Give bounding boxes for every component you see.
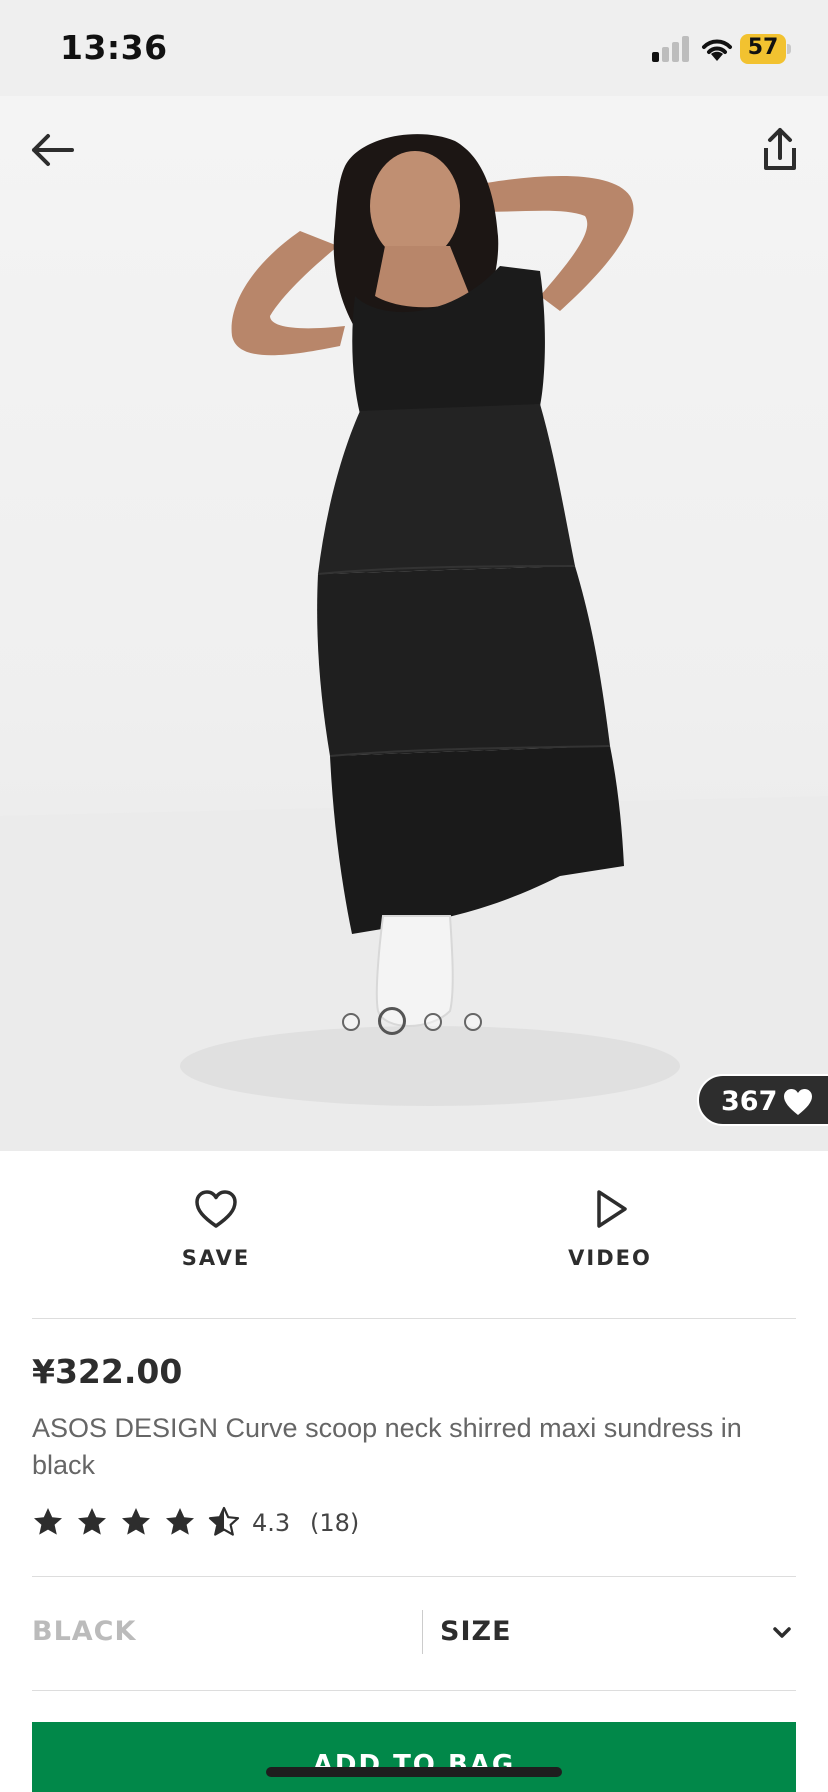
heart-outline-icon — [195, 1190, 237, 1228]
carousel-indicator[interactable] — [342, 1006, 492, 1036]
saves-count-badge: 367 — [697, 1074, 828, 1126]
product-price: ¥322.00 — [32, 1352, 183, 1391]
carousel-dot[interactable] — [342, 1013, 360, 1031]
wifi-icon — [702, 39, 732, 61]
share-icon[interactable] — [752, 122, 808, 178]
battery-level: 57 — [747, 35, 779, 60]
save-button[interactable]: SAVE — [116, 1186, 316, 1286]
size-dropdown[interactable]: SIZE — [440, 1604, 796, 1660]
heart-filled-icon — [784, 1089, 812, 1115]
carousel-dot[interactable] — [464, 1013, 482, 1031]
back-arrow-icon[interactable] — [24, 122, 80, 178]
divider — [32, 1690, 796, 1691]
divider — [32, 1318, 796, 1319]
rating-value: 4.3 — [252, 1509, 291, 1537]
selector-divider — [422, 1610, 423, 1654]
add-to-bag-button[interactable]: ADD TO BAG — [32, 1722, 796, 1792]
carousel-dot-active[interactable] — [378, 1007, 406, 1035]
chevron-down-icon — [773, 1627, 791, 1638]
size-label: SIZE — [440, 1616, 512, 1647]
save-label: SAVE — [181, 1246, 251, 1270]
star-full-icon — [78, 1508, 106, 1535]
star-full-icon — [122, 1508, 150, 1535]
star-full-icon — [34, 1508, 62, 1535]
divider — [32, 1576, 796, 1577]
saves-count: 367 — [721, 1086, 778, 1117]
status-time: 13:36 — [60, 28, 168, 67]
star-full-icon — [166, 1508, 194, 1535]
carousel-dot[interactable] — [424, 1013, 442, 1031]
video-button[interactable]: VIDEO — [510, 1186, 710, 1286]
rating-row[interactable]: 4.3 (18) — [32, 1506, 532, 1540]
play-outline-icon — [597, 1190, 627, 1228]
model-photo — [0, 134, 828, 1151]
status-bar: 13:36 57 — [0, 0, 828, 96]
colour-value: BLACK — [32, 1616, 137, 1647]
battery-icon: 57 — [740, 34, 791, 64]
product-name: ASOS DESIGN Curve scoop neck shirred max… — [32, 1413, 742, 1480]
signal-icon — [652, 36, 692, 62]
product-image[interactable]: 367 — [0, 96, 828, 1151]
rating-count[interactable]: (18) — [310, 1509, 359, 1537]
video-label: VIDEO — [568, 1246, 652, 1270]
star-half-icon — [208, 1506, 240, 1536]
home-indicator[interactable] — [266, 1767, 562, 1777]
